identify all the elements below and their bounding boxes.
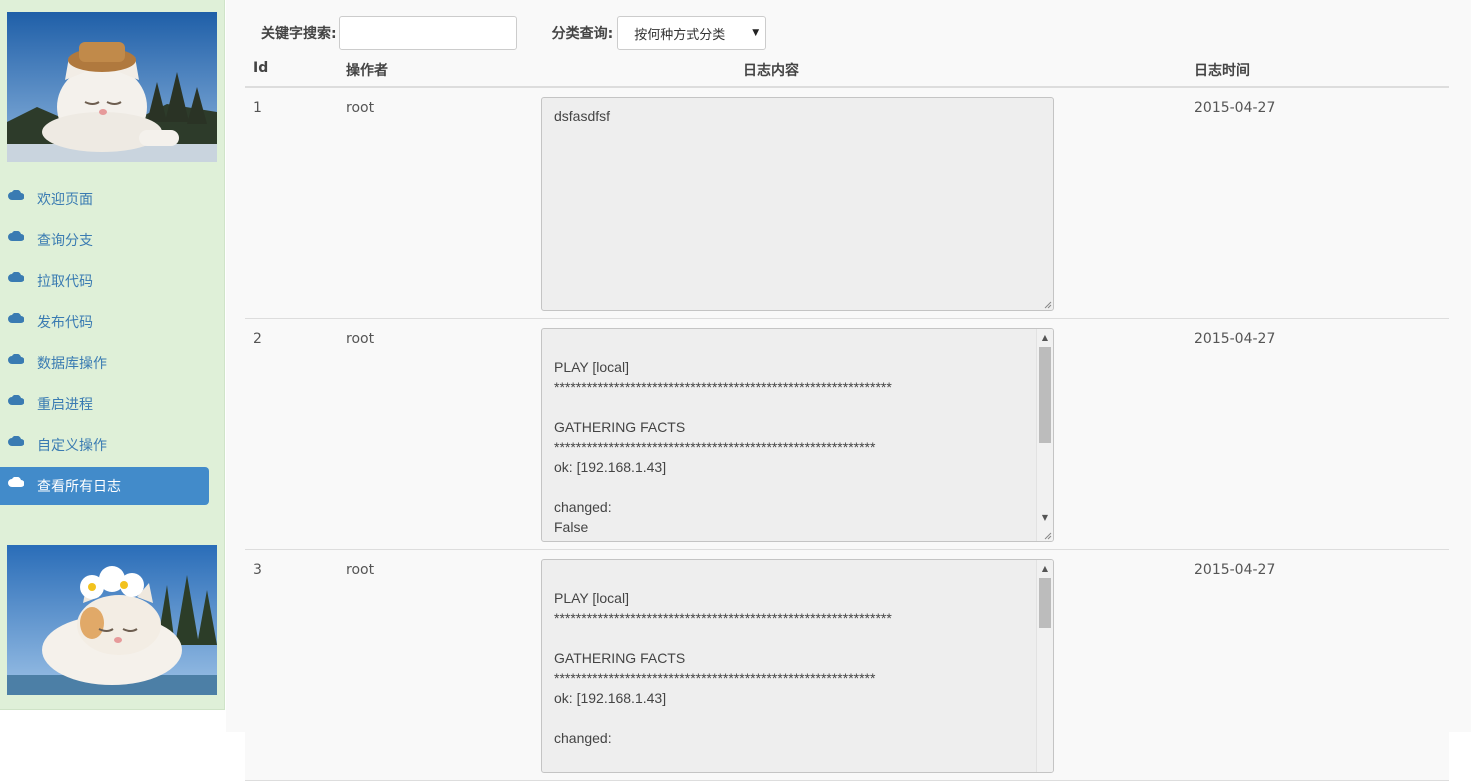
scroll-down-icon[interactable]: ▼ — [1037, 509, 1053, 525]
log-scrollbar[interactable]: ▲ ▼ — [1036, 329, 1053, 541]
cloud-icon — [8, 272, 24, 282]
sidebar-item-custom[interactable]: 自定义操作 — [0, 426, 209, 464]
header-content: 日志内容 — [743, 63, 799, 79]
category-query-label: 分类查询: — [551, 26, 614, 42]
cloud-icon — [8, 231, 24, 241]
log-content-textarea[interactable]: PLAY [local] ***************************… — [541, 559, 1054, 773]
sidebar-item-label: 发布代码 — [37, 315, 93, 331]
cat-photo-bottom — [7, 545, 217, 695]
cloud-icon — [8, 395, 24, 405]
table-row: 3 root PLAY [local] ********************… — [245, 550, 1449, 781]
resize-grip-icon[interactable] — [1042, 299, 1052, 309]
row-operator: root — [346, 331, 375, 347]
cloud-icon — [8, 313, 24, 323]
scroll-thumb[interactable] — [1039, 347, 1051, 443]
row-operator: root — [346, 562, 375, 578]
caret-down-icon: ▼ — [752, 28, 760, 38]
sidebar-item-query-branch[interactable]: 查询分支 — [0, 221, 209, 259]
row-time: 2015-04-27 — [1194, 562, 1276, 578]
sidebar-item-welcome[interactable]: 欢迎页面 — [0, 180, 209, 218]
sidebar-item-label: 自定义操作 — [37, 438, 107, 454]
scroll-up-icon[interactable]: ▲ — [1037, 560, 1053, 576]
table-row: 1 root dsfasdfsf 2015-04-27 — [245, 88, 1449, 319]
scroll-thumb[interactable] — [1039, 578, 1051, 628]
sidebar-item-database[interactable]: 数据库操作 — [0, 344, 209, 382]
sidebar-item-restart[interactable]: 重启进程 — [0, 385, 209, 423]
cloud-icon — [8, 354, 24, 364]
keyword-search-label: 关键字搜索: — [261, 26, 337, 42]
sidebar-item-label: 拉取代码 — [37, 274, 93, 290]
main-content: 关键字搜索: 分类查询: 按何种方式分类 ▼ Id 操作者 日志内容 日志时间 … — [226, 0, 1471, 781]
sidebar-item-label: 重启进程 — [37, 397, 93, 413]
row-id: 2 — [253, 331, 262, 347]
log-content-text: PLAY [local] ***************************… — [554, 590, 892, 746]
sidebar: 欢迎页面 查询分支 拉取代码 发布代码 数据库操作 重启进程 自定义操作 查看所… — [0, 0, 225, 710]
log-table: Id 操作者 日志内容 日志时间 1 root dsfasdfsf 2015-0… — [245, 56, 1449, 781]
table-header: Id 操作者 日志内容 日志时间 — [245, 56, 1449, 88]
row-operator: root — [346, 100, 375, 116]
cat-photo-top — [7, 12, 217, 162]
row-time: 2015-04-27 — [1194, 331, 1276, 347]
log-content-text: PLAY [local] ***************************… — [554, 359, 892, 535]
cloud-icon — [8, 190, 24, 200]
category-select-value: 按何种方式分类 — [634, 27, 726, 43]
sidebar-item-publish-code[interactable]: 发布代码 — [0, 303, 209, 341]
sidebar-item-all-logs[interactable]: 查看所有日志 — [0, 467, 209, 505]
table-row: 2 root PLAY [local] ********************… — [245, 319, 1449, 550]
search-bar: 关键字搜索: 分类查询: 按何种方式分类 ▼ — [261, 16, 767, 50]
sidebar-item-label: 数据库操作 — [37, 356, 107, 372]
row-id: 1 — [253, 100, 262, 116]
log-content-textarea[interactable]: dsfasdfsf — [541, 97, 1054, 311]
sidebar-item-label: 查看所有日志 — [37, 479, 121, 495]
log-content-text: dsfasdfsf — [554, 108, 611, 124]
row-time: 2015-04-27 — [1194, 100, 1276, 116]
header-time: 日志时间 — [1194, 63, 1250, 79]
category-select[interactable]: 按何种方式分类 ▼ — [617, 16, 767, 50]
cloud-icon — [8, 477, 24, 487]
sidebar-menu: 欢迎页面 查询分支 拉取代码 发布代码 数据库操作 重启进程 自定义操作 查看所… — [0, 180, 225, 508]
log-content-textarea[interactable]: PLAY [local] ***************************… — [541, 328, 1054, 542]
log-scrollbar[interactable]: ▲ — [1036, 560, 1053, 772]
scroll-up-icon[interactable]: ▲ — [1037, 329, 1053, 345]
sidebar-item-label: 欢迎页面 — [37, 192, 93, 208]
cloud-icon — [8, 436, 24, 446]
resize-grip-icon[interactable] — [1042, 530, 1052, 540]
header-id: Id — [253, 60, 269, 76]
keyword-search-input[interactable] — [338, 16, 517, 50]
sidebar-item-pull-code[interactable]: 拉取代码 — [0, 262, 209, 300]
header-operator: 操作者 — [346, 63, 388, 79]
row-id: 3 — [253, 562, 262, 578]
sidebar-item-label: 查询分支 — [37, 233, 93, 249]
